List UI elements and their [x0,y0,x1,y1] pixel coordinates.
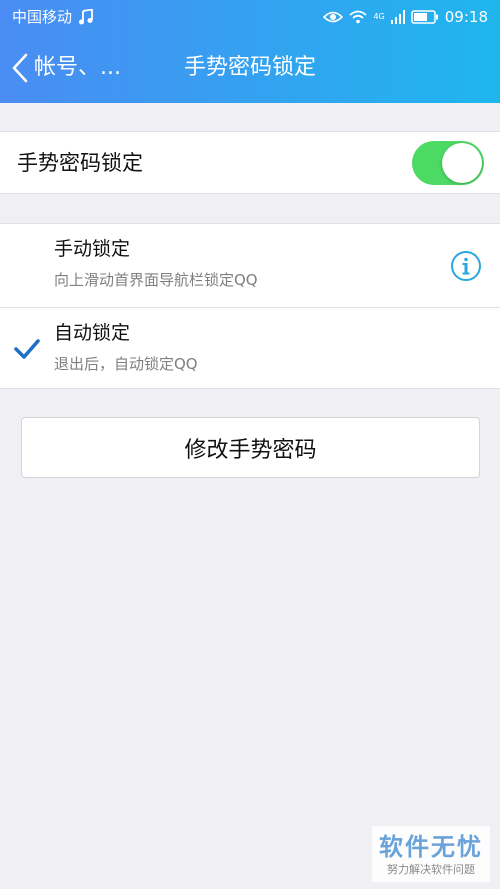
status-left: 中国移动 [12,6,94,27]
option-subtitle: 退出后，自动锁定QQ [54,355,198,373]
watermark-title: 软件无忧 [379,832,483,861]
gesture-lock-toggle[interactable] [412,141,484,185]
status-right: 4G 09:18 [323,8,488,26]
lock-mode-group: 手动锁定 向上滑动首界面导航栏锁定QQ 自动锁定 退出后，自动锁定QQ [0,223,500,389]
page-title: 手势密码锁定 [183,55,316,80]
nav-bar: 帐号、... 手势密码锁定 [0,33,500,103]
option-auto-lock[interactable]: 自动锁定 退出后，自动锁定QQ [0,307,500,390]
carrier-name: 中国移动 [12,8,73,26]
option-manual-lock[interactable]: 手动锁定 向上滑动首界面导航栏锁定QQ [0,224,500,307]
option-title: 手动锁定 [54,238,131,260]
battery-icon [411,9,439,24]
eye-icon [323,10,344,24]
network-type: 4G [373,11,385,21]
option-title: 自动锁定 [54,322,131,344]
watermark: 软件无忧 努力解决软件问题 [372,826,490,882]
option-subtitle: 向上滑动首界面导航栏锁定QQ [54,271,258,289]
header: 中国移动 4G 09:18 帐号、... 手势密码锁定 [0,0,500,103]
clock: 09:18 [444,7,488,26]
gesture-lock-label: 手势密码锁定 [17,151,143,175]
music-note-icon [78,8,94,25]
watermark-subtitle: 努力解决软件问题 [387,862,475,876]
gesture-lock-row: 手势密码锁定 [0,131,500,194]
toggle-knob [442,143,482,183]
checkmark-icon [13,337,41,361]
signal-icon [390,9,405,24]
info-icon[interactable] [450,250,482,282]
change-gesture-password-button[interactable]: 修改手势密码 [21,417,480,478]
status-bar: 中国移动 4G 09:18 [0,0,500,33]
wifi-icon [349,10,368,24]
